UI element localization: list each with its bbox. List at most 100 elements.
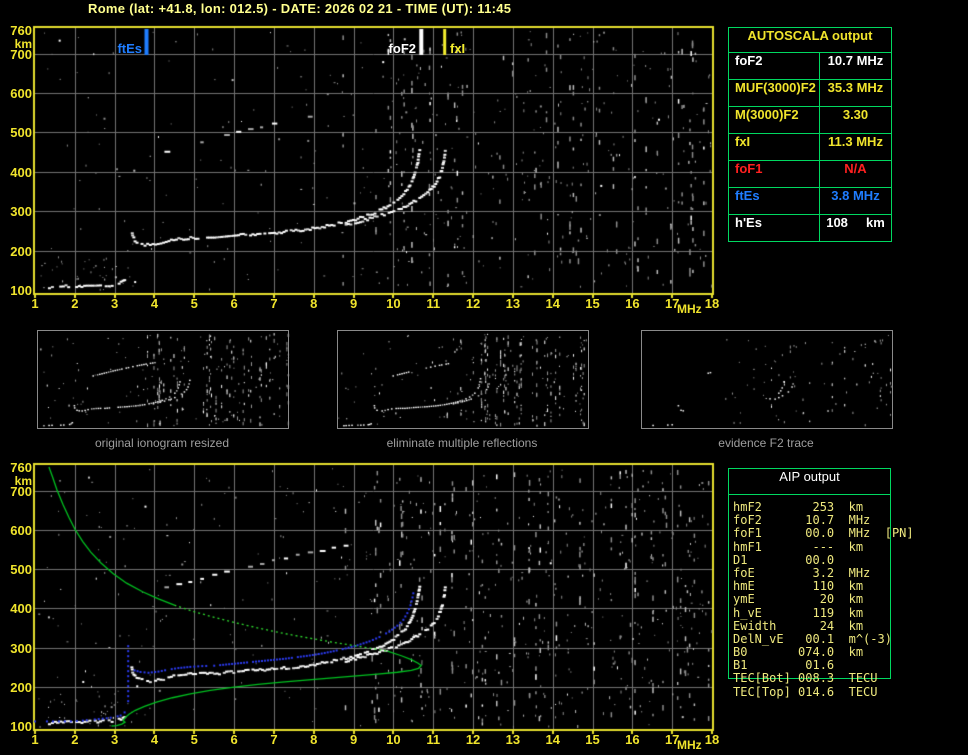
aip-output-table: AIP output hmF2 253 km foF2 10.7 MHz foF1 … [728,468,914,699]
aip-table-rows: hmF2 253 km foF2 10.7 MHz foF1 00.0 MHz [P… [733,500,963,699]
y-axis-unit-label: km [14,37,32,51]
x-tick-label: 4 [150,296,159,311]
thumbnail-original-ionogram [37,330,289,429]
autoscala-row-value: 108 km [826,215,885,230]
autoscala-table-header: AUTOSCALA output [729,28,891,53]
aip-table-header: AIP output [729,469,890,495]
x-tick-label: 10 [386,732,401,747]
aip-row: D1 00.0 [733,552,849,567]
autoscala-row: foF1 N/A [729,161,891,188]
x-tick-label: 7 [270,732,278,747]
autoscala-row: foF2 10.7 MHz [729,53,891,80]
autoscala-row: fxI 11.3 MHz [729,134,891,161]
aip-row: foE 3.2 MHz [733,565,871,580]
autoscala-table-rows: foF2 10.7 MHz MUF(3000)F2 35.3 MHz M(3000)F2… [729,53,891,241]
y-tick-label: 200 [10,679,32,695]
autoscala-row-value: 3.8 MHz [831,188,880,203]
x-tick-label: 15 [585,732,600,747]
aip-row: B1 01.6 [733,658,849,673]
x-tick-label: 9 [349,296,358,311]
x-tick-label: 2 [71,296,79,311]
x-tick-label: 16 [625,296,640,311]
x-tick-label: 4 [150,732,159,747]
aip-row: DelN_vE 00.1 m^(-3) [733,631,892,646]
x-tick-label: 3 [111,296,119,311]
x-tick-label: 14 [545,296,560,311]
y-tick-label: 600 [10,522,32,538]
autoscala-row-label: foF1 [729,161,820,187]
x-axis-unit-label: MHz [677,302,702,316]
autoscala-row-label: fxI [729,134,820,160]
x-tick-label: 13 [505,732,521,747]
autoscala-row-label: MUF(3000)F2 [729,80,820,106]
y-tick-label: 200 [10,243,32,259]
y-tick-label: 760 [10,460,32,475]
x-tick-label: 8 [310,296,318,311]
x-tick-label: 14 [545,732,560,747]
aip-row: hmF2 253 km [733,500,864,514]
x-tick-label: 11 [426,296,441,311]
autoscala-row: ftEs 3.8 MHz [729,188,891,215]
thumbnail-eliminate-multiple-reflections [337,330,589,429]
autoscala-row: h'Es 108 km [729,215,891,241]
y-tick-label: 500 [10,125,32,141]
autoscala-row-value: 11.3 MHz [828,134,883,149]
aip-row: ymE 20 km [733,592,864,607]
thumbnail-caption: eliminate multiple reflections [386,436,538,450]
x-tick-label: 12 [465,296,481,311]
autoscala-row-value: 10.7 MHz [827,53,884,68]
x-tick-label: 2 [71,732,79,747]
autoscala-row-value: 3.30 [842,107,869,122]
autoscala-output-table: AUTOSCALA output foF2 10.7 MHz MUF(3000)F2… [728,27,892,242]
aip-row: Ewidth 24 km [733,618,864,633]
aip-row: TEC[Top] 014.6 TECU [733,684,878,699]
x-tick-label: 5 [190,296,198,311]
autoscala-row-value: 35.3 MHz [827,80,884,95]
x-tick-label: 12 [465,732,481,747]
thumbnail-caption: original ionogram resized [94,436,230,450]
aip-row: foF2 10.7 MHz [733,513,871,528]
x-tick-label: 18 [704,732,720,747]
thumbnail-evidence-f2-trace [641,330,893,429]
x-tick-label: 6 [230,296,238,311]
autoscala-row-value: N/A [844,161,867,176]
y-axis-unit-label: km [14,474,32,488]
aip-row: foF1 00.0 MHz [PN] [733,526,914,541]
x-tick-label: 1 [31,732,39,747]
aip-row: B0 074.0 km [733,645,864,660]
aip-row: hmE 110 km [733,579,864,594]
x-tick-label: 15 [585,296,600,311]
x-tick-label: 3 [111,732,119,747]
marker-label-fxI: fxI [450,41,466,56]
y-tick-label: 400 [10,164,32,180]
autoscala-row-label: ftEs [729,188,820,214]
x-tick-label: 9 [349,732,358,747]
aip-row: h_vE 119 km [733,605,864,620]
x-tick-label: 8 [310,732,318,747]
aip-row: hmF1 --- km [733,539,864,554]
autoscala-row-label: h'Es [729,215,820,241]
autoscala-row: M(3000)F2 3.30 [729,107,891,134]
autoscala-row-label: M(3000)F2 [729,107,820,133]
x-tick-label: 10 [386,296,401,311]
y-tick-label: 500 [10,562,32,578]
aip-row: TEC[Bot] 008.3 TECU [733,671,878,686]
y-tick-label: 400 [10,601,32,617]
x-tick-label: 1 [31,296,39,311]
x-tick-label: 7 [270,296,278,311]
x-tick-label: 5 [190,732,198,747]
thumbnail-caption: evidence F2 trace [718,436,814,450]
x-tick-label: 18 [704,296,720,311]
page-title: Rome (lat: +41.8, lon: 012.5) - DATE: 20… [88,1,512,16]
x-tick-label: 16 [625,732,640,747]
y-tick-label: 300 [10,204,32,220]
marker-label-foF2: foF2 [388,41,416,56]
y-tick-label: 300 [10,640,32,656]
x-axis-unit-label: MHz [677,738,702,752]
marker-label-ftEs: ftEs [117,41,142,56]
y-tick-label: 600 [10,86,32,102]
autoscala-row-label: foF2 [729,53,820,79]
x-tick-label: 11 [426,732,441,747]
y-tick-label: 760 [10,23,32,38]
autoscala-row: MUF(3000)F2 35.3 MHz [729,80,891,107]
